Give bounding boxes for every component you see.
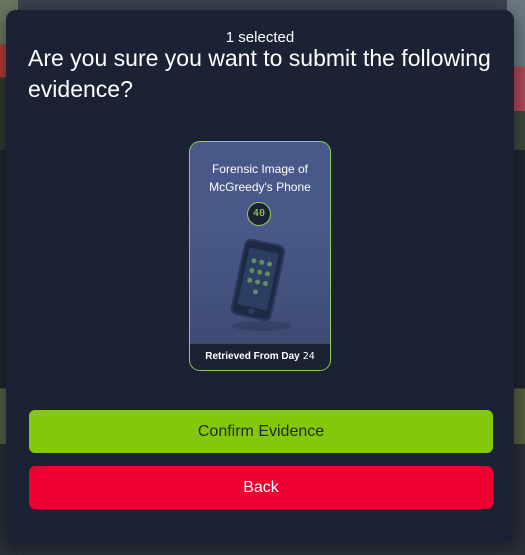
evidence-card-image [190,216,330,346]
confirm-evidence-button[interactable]: Confirm Evidence [29,410,493,453]
dialog-title: Are you sure you want to submit the foll… [28,45,491,102]
evidence-card-title-line1: Forensic Image of [211,162,309,176]
evidence-card-footer: Retrieved From Day 24 [190,343,330,370]
evidence-card-title-line2: McGreedy's Phone [209,180,311,194]
back-button[interactable]: Back [29,466,493,509]
evidence-card-title: Forensic Image of McGreedy's Phone [190,160,330,196]
smartphone-icon [230,238,292,331]
evidence-card-footer-label: Retrieved From Day [205,351,300,362]
evidence-card-badge: 40 [247,202,271,226]
evidence-card[interactable]: Forensic Image of McGreedy's Phone 40 Re… [189,141,331,371]
confirm-evidence-dialog: 1 selected Are you sure you want to subm… [6,10,514,543]
evidence-card-day: 24 [302,351,315,362]
